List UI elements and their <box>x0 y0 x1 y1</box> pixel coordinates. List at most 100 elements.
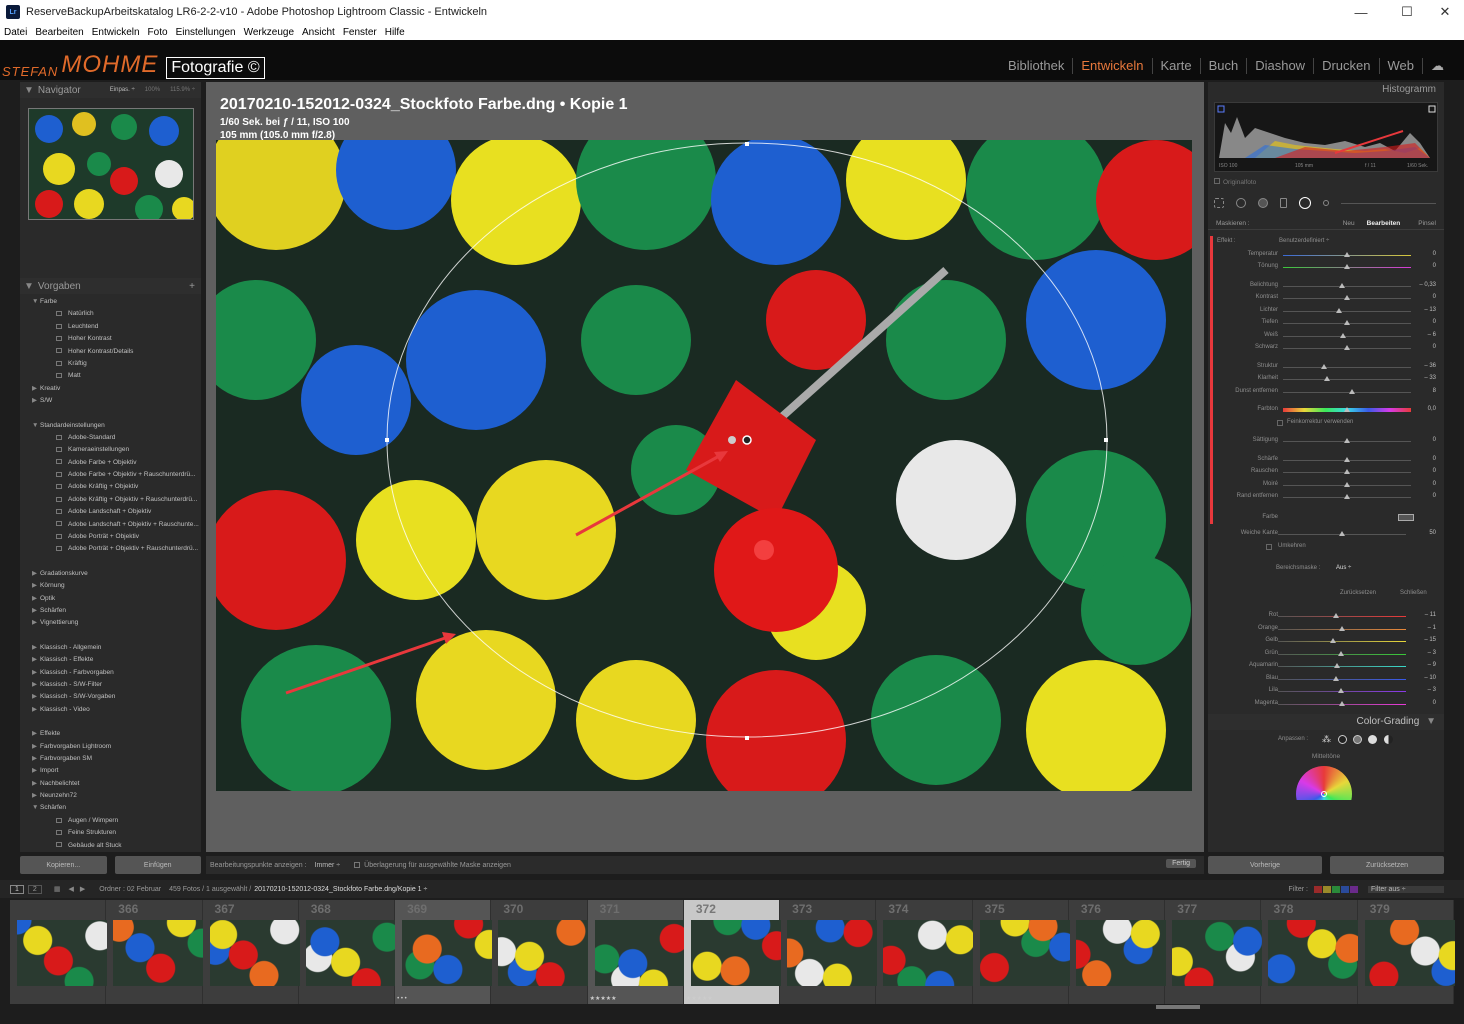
preset-item[interactable]: Hoher Kontrast/Details <box>20 346 201 358</box>
slider-knob[interactable] <box>1349 388 1356 394</box>
slider-knob[interactable] <box>1339 700 1345 706</box>
preset-item[interactable]: Feine Strukturen <box>20 827 201 839</box>
collapsed-triangle-icon[interactable]: ▶ <box>32 593 40 605</box>
menu-ansicht[interactable]: Ansicht <box>302 27 335 38</box>
tool-slider[interactable] <box>1341 202 1436 204</box>
done-button[interactable]: Fertig <box>1166 859 1196 868</box>
slider-value[interactable]: – 3 <box>1428 687 1436 693</box>
close-button[interactable]: ✕ <box>1428 0 1462 24</box>
preset-item[interactable]: Adobe Porträt + Objektiv + Rauschunterdr… <box>20 543 201 555</box>
preset-folder[interactable]: ▶ Effekte <box>20 728 201 740</box>
collapsed-triangle-icon[interactable]: ▶ <box>32 741 40 753</box>
module-karte[interactable]: Karte <box>1153 58 1201 74</box>
histogram-title[interactable]: Histogramm <box>1208 82 1444 98</box>
zoom-fit[interactable]: Einpas. ÷ <box>110 87 135 93</box>
preset-folder[interactable]: ▶ Klassisch - Effekte <box>20 654 201 666</box>
minimize-button[interactable]: — <box>1344 0 1378 24</box>
preset-item[interactable]: Adobe Landschaft + Objektiv + Rauschunte… <box>20 519 201 531</box>
expanded-triangle-icon[interactable]: ▼ <box>32 296 40 308</box>
slider-value[interactable]: 0 <box>1433 493 1436 499</box>
preset-folder[interactable]: ▶ Nachbelichtet <box>20 778 201 790</box>
maximize-button[interactable]: ☐ <box>1390 0 1424 24</box>
slider-knob[interactable] <box>1344 295 1350 300</box>
slider-value[interactable]: 0 <box>1433 319 1436 325</box>
collapsed-triangle-icon[interactable]: ▶ <box>32 568 40 580</box>
collapsed-triangle-icon[interactable]: ▶ <box>32 679 40 691</box>
collapsed-triangle-icon[interactable]: ▶ <box>32 691 40 703</box>
slider-value[interactable]: – 9 <box>1428 662 1436 668</box>
previous-button[interactable]: Vorherige <box>1208 856 1322 874</box>
copy-button[interactable]: Kopieren... <box>20 856 107 874</box>
collapsed-triangle-icon[interactable]: ▶ <box>32 765 40 777</box>
filmstrip-thumbnail[interactable]: 377 <box>1165 900 1263 1004</box>
three-way-icon[interactable]: ⁂ <box>1322 734 1331 745</box>
slider-value[interactable]: – 6 <box>1428 332 1436 338</box>
preset-folder[interactable]: ▶ Farbvorgaben Lightroom <box>20 741 201 753</box>
add-preset-icon[interactable]: + <box>189 281 201 292</box>
slider-value[interactable]: 0 <box>1433 263 1436 269</box>
slider-value[interactable]: 0 <box>1433 468 1436 474</box>
slider-value[interactable]: – 33 <box>1424 375 1436 381</box>
module-buch[interactable]: Buch <box>1201 58 1248 74</box>
slider-value[interactable]: 0 <box>1433 344 1436 350</box>
slider-value[interactable]: – 10 <box>1424 675 1436 681</box>
filmstrip-thumbnail[interactable]: 375 <box>973 900 1070 1004</box>
preset-folder[interactable]: ▶ Klassisch - Video <box>20 704 201 716</box>
preset-item[interactable]: Matt <box>20 370 201 382</box>
preset-item[interactable]: Hoher Kontrast <box>20 333 201 345</box>
collapsed-triangle-icon[interactable]: ▶ <box>32 728 40 740</box>
slider-knob[interactable] <box>1340 332 1347 338</box>
preset-folder[interactable]: ▶ Klassisch - Allgemein <box>20 642 201 654</box>
preset-folder[interactable]: ▶ Import <box>20 765 201 777</box>
preset-item[interactable]: Gebäude alt Stuck <box>20 840 201 848</box>
slider-knob[interactable] <box>1344 469 1350 474</box>
range-mask-select[interactable]: Aus ÷ <box>1336 565 1351 571</box>
menu-foto[interactable]: Foto <box>148 27 168 38</box>
filmstrip-thumbnail[interactable]: 368 <box>299 900 396 1004</box>
slider-value[interactable]: – 0,33 <box>1419 282 1436 288</box>
menu-einstellungen[interactable]: Einstellungen <box>176 27 236 38</box>
color-swatch[interactable] <box>1398 513 1414 521</box>
mask-new[interactable]: Neu <box>1343 220 1355 227</box>
expanded-triangle-icon[interactable]: ▼ <box>32 420 40 432</box>
expanded-triangle-icon[interactable]: ▼ <box>32 802 40 814</box>
slider-value[interactable]: 0 <box>1433 481 1436 487</box>
preset-folder[interactable]: ▶ Körnung <box>20 580 201 592</box>
slider-knob[interactable] <box>1337 650 1344 656</box>
filmstrip-thumbnail[interactable]: 371 ★★★★★ <box>587 900 685 1004</box>
color-wheel[interactable] <box>1208 760 1444 800</box>
collapsed-triangle-icon[interactable]: ▶ <box>32 395 40 407</box>
slider-knob[interactable] <box>1330 638 1337 643</box>
adjustment-brush-icon[interactable] <box>1323 200 1329 206</box>
original-photo-toggle[interactable]: Originalfoto <box>1214 178 1444 186</box>
slider-knob[interactable] <box>1332 613 1339 618</box>
menu-fenster[interactable]: Fenster <box>343 27 377 38</box>
grid-icon[interactable]: ▦ <box>54 885 61 893</box>
filmstrip-thumbnail[interactable]: 369 • • • <box>395 900 493 1004</box>
preset-folder[interactable]: ▶ Klassisch - S/W-Filter <box>20 679 201 691</box>
slider-track[interactable] <box>1283 366 1411 368</box>
monitor-2-button[interactable]: 2 <box>27 884 42 894</box>
preset-item[interactable]: Natürlich <box>20 308 201 320</box>
slider-knob[interactable] <box>1344 251 1350 257</box>
graduated-filter-icon[interactable] <box>1280 198 1287 208</box>
collapsed-triangle-icon[interactable]: ▶ <box>32 605 40 617</box>
filmstrip-thumbnail[interactable]: 373 <box>780 900 878 1004</box>
slider-knob[interactable] <box>1344 481 1350 487</box>
presets-header[interactable]: ▼ Vorgaben + <box>20 278 201 294</box>
radial-filter-icon[interactable] <box>1299 197 1311 209</box>
slider-value[interactable]: 8 <box>1433 388 1436 394</box>
collapsed-triangle-icon[interactable]: ▶ <box>32 667 40 679</box>
slider-track[interactable] <box>1283 379 1411 380</box>
slider-value[interactable]: – 15 <box>1424 637 1436 643</box>
slider-track[interactable] <box>1283 391 1411 393</box>
mask-edit[interactable]: Bearbeiten <box>1367 220 1401 227</box>
feather-knob[interactable] <box>1339 531 1345 536</box>
preset-folder[interactable]: ▶ Kreativ <box>20 383 201 395</box>
color-wheel-handle[interactable] <box>1321 790 1327 797</box>
mask-brush[interactable]: Pinsel <box>1418 220 1436 227</box>
slider-knob[interactable] <box>1332 675 1339 681</box>
navigator-header[interactable]: ▼ Navigator Einpas. ÷ 100% 115.9% ÷ <box>20 82 201 98</box>
red-eye-icon[interactable] <box>1258 198 1268 208</box>
slider-knob[interactable] <box>1339 625 1345 631</box>
